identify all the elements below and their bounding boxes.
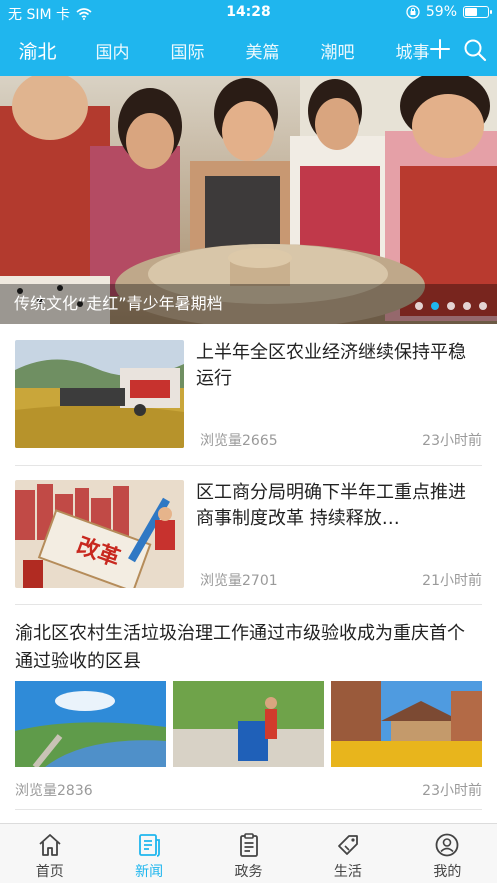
- channel-nav: 渝北 国内 国际 美篇 潮吧 城事: [0, 24, 497, 76]
- user-icon: [435, 833, 459, 857]
- pagination-dot[interactable]: [479, 302, 487, 310]
- search-icon[interactable]: [463, 38, 487, 62]
- divider: [15, 465, 482, 466]
- article-image: [173, 681, 324, 767]
- divider: [15, 809, 482, 810]
- pagination-dot[interactable]: [463, 302, 471, 310]
- article-title: 区工商分局明确下半年工重点推进商事制度改革 持续释放…: [196, 482, 466, 529]
- battery-icon: [463, 6, 492, 18]
- article-thumbnail: [15, 340, 184, 448]
- tab-news[interactable]: 新闻: [99, 824, 198, 883]
- divider: [15, 604, 482, 605]
- tab-meipian[interactable]: 美篇: [225, 38, 300, 63]
- orientation-lock-icon: [406, 5, 420, 19]
- home-icon: [39, 834, 61, 856]
- channel-tabs: 渝北 国内 国际 美篇 潮吧 城事: [0, 24, 430, 76]
- banner-pagination: [415, 302, 487, 310]
- article-card[interactable]: 改革 区工商分局明确下半年工重点推进商事制度改革 持续释放… 浏览量2701 2…: [15, 480, 482, 590]
- tab-domestic[interactable]: 国内: [75, 38, 150, 63]
- tag-icon: [338, 835, 358, 855]
- tab-me[interactable]: 我的: [398, 824, 497, 883]
- pagination-dot[interactable]: [431, 302, 439, 310]
- reform-illustration: 改革: [15, 480, 184, 588]
- status-bar: 无 SIM 卡 14:28 59%: [0, 0, 497, 24]
- clipboard-icon: [239, 833, 258, 857]
- tab-city[interactable]: 城事: [375, 38, 430, 63]
- article-title: 渝北区农村生活垃圾治理工作通过市级验收成为重庆首个通过验收的区县: [15, 623, 465, 672]
- tab-chaoba[interactable]: 潮吧: [300, 38, 375, 63]
- harvester-image: [15, 340, 184, 448]
- pagination-dot[interactable]: [415, 302, 423, 310]
- featured-banner[interactable]: 传统文化“走红”青少年暑期档: [0, 76, 497, 324]
- publish-time: 23小时前: [422, 433, 482, 449]
- article-card[interactable]: 渝北区农村生活垃圾治理工作通过市级验收成为重庆首个通过验收的区县 浏览量2836…: [15, 620, 482, 802]
- tab-life-label: 生活: [333, 864, 362, 880]
- tab-life[interactable]: 生活: [298, 824, 397, 883]
- tab-me-label: 我的: [433, 864, 462, 880]
- article-title: 上半年全区农业经济继续保持平稳运行: [196, 342, 466, 389]
- news-icon: [139, 834, 161, 857]
- article-image-row: [15, 681, 482, 767]
- article-image: [15, 681, 166, 767]
- tab-home[interactable]: 首页: [0, 824, 99, 883]
- battery-percent: 59%: [425, 4, 457, 20]
- article-card[interactable]: 上半年全区农业经济继续保持平稳运行 浏览量2665 23小时前: [15, 340, 482, 450]
- pagination-dot[interactable]: [447, 302, 455, 310]
- view-count: 浏览量2836: [15, 783, 93, 799]
- tab-news-label: 新闻: [135, 864, 164, 880]
- tab-home-label: 首页: [35, 864, 64, 880]
- view-count: 浏览量2665: [200, 433, 278, 449]
- add-channel-icon[interactable]: [429, 38, 451, 60]
- article-image: [331, 681, 482, 767]
- bottom-tab-bar: 首页 新闻 政务 生活 我的: [0, 823, 497, 883]
- tab-yubei[interactable]: 渝北: [0, 37, 75, 64]
- article-thumbnail: 改革: [15, 480, 184, 588]
- view-count: 浏览量2701: [200, 573, 278, 589]
- publish-time: 23小时前: [422, 783, 482, 799]
- tab-government-label: 政务: [234, 864, 263, 880]
- publish-time: 21小时前: [422, 573, 482, 589]
- tab-international[interactable]: 国际: [150, 38, 225, 63]
- tab-government[interactable]: 政务: [199, 824, 298, 883]
